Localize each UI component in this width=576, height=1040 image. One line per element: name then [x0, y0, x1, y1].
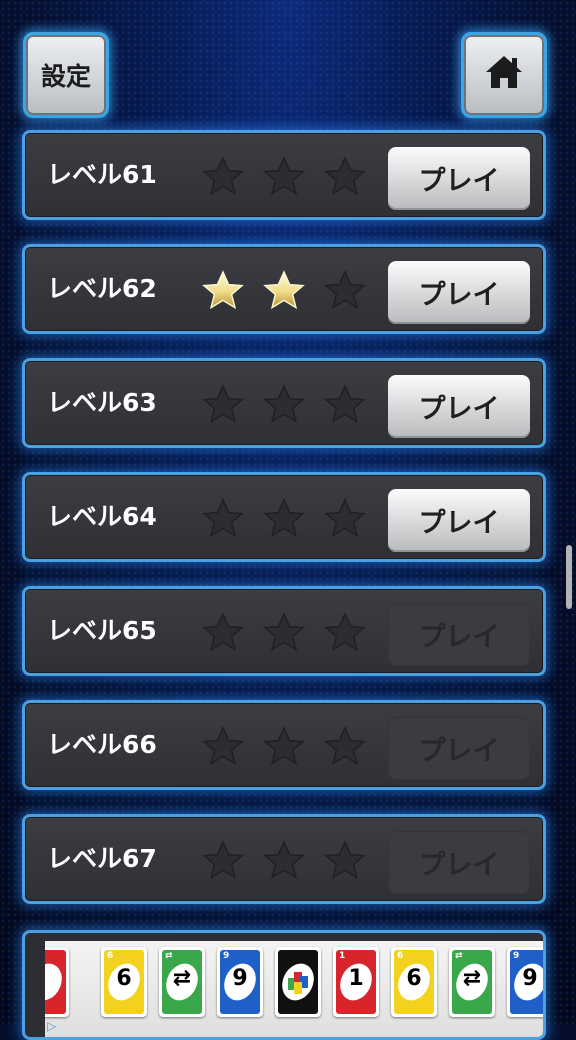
play-button-label: プレイ	[418, 280, 500, 311]
scrollbar[interactable]	[566, 545, 572, 609]
ad-card-strip[interactable]: ▷ 6 6 ⇄ ⇄ 9 9 1 1 6 6 ⇄ ⇄ 9 9	[45, 941, 543, 1037]
star-filled-icon	[262, 269, 306, 313]
play-button[interactable]: プレイ	[388, 147, 530, 210]
star-empty-icon	[323, 497, 367, 541]
play-button-label: プレイ	[418, 166, 500, 197]
play-button[interactable]: プレイ	[388, 375, 530, 438]
card-symbol: 6	[406, 966, 422, 991]
card-corner-symbol: ⇄	[165, 951, 173, 961]
star-empty-icon	[201, 155, 245, 199]
card-symbol: 1	[348, 966, 364, 991]
level-row: レベル62 プレイ	[22, 244, 546, 334]
settings-button[interactable]: 設定	[23, 32, 109, 118]
level-row: レベル61 プレイ	[22, 130, 546, 220]
level-row: レベル66 プレイ	[22, 700, 546, 790]
level-row: レベル67 プレイ	[22, 814, 546, 904]
play-button: プレイ	[388, 603, 530, 666]
star-empty-icon	[323, 725, 367, 769]
star-empty-icon	[262, 839, 306, 883]
level-row: レベル64 プレイ	[22, 472, 546, 562]
home-icon	[484, 54, 524, 96]
wild-quad-icon	[288, 972, 308, 994]
play-button-label: プレイ	[418, 850, 500, 881]
uno-card	[45, 947, 69, 1017]
star-empty-icon	[262, 725, 306, 769]
card-symbol: 9	[522, 966, 538, 991]
star-empty-icon	[323, 269, 367, 313]
level-row: レベル63 プレイ	[22, 358, 546, 448]
star-empty-icon	[262, 383, 306, 427]
star-empty-icon	[323, 155, 367, 199]
card-corner-symbol: 9	[223, 951, 230, 961]
card-symbol: ⇄	[462, 966, 482, 991]
uno-card: 99	[217, 947, 263, 1017]
star-empty-icon	[201, 497, 245, 541]
uno-card: ⇄ ⇄	[159, 947, 205, 1017]
level-label: レベル64	[47, 502, 157, 531]
star-empty-icon	[201, 611, 245, 655]
star-empty-icon	[262, 497, 306, 541]
star-filled-icon	[201, 269, 245, 313]
level-label: レベル62	[47, 274, 157, 303]
star-empty-icon	[201, 839, 245, 883]
uno-card: 66	[391, 947, 437, 1017]
play-button-label: プレイ	[418, 622, 500, 653]
play-button-label: プレイ	[418, 508, 500, 539]
play-button: プレイ	[388, 717, 530, 780]
level-label: レベル66	[47, 730, 157, 759]
play-button[interactable]: プレイ	[388, 489, 530, 552]
level-label: レベル63	[47, 388, 157, 417]
level-label: レベル67	[47, 844, 157, 873]
uno-card: ⇄ ⇄	[449, 947, 495, 1017]
level-label: レベル61	[47, 160, 157, 189]
play-button-label: プレイ	[418, 394, 500, 425]
home-button[interactable]	[461, 32, 547, 118]
card-symbol: 9	[232, 966, 248, 991]
level-label: レベル65	[47, 616, 157, 645]
play-button-label: プレイ	[418, 736, 500, 767]
card-corner-symbol: 1	[339, 951, 346, 961]
ad-info-icon[interactable]: ▷	[47, 1019, 61, 1033]
play-button[interactable]: プレイ	[388, 261, 530, 324]
star-empty-icon	[323, 611, 367, 655]
star-empty-icon	[262, 155, 306, 199]
settings-label: 設定	[40, 62, 91, 91]
card-symbol: 6	[116, 966, 132, 991]
card-corner-symbol: 6	[107, 951, 114, 961]
star-empty-icon	[262, 611, 306, 655]
uno-card: 99	[507, 947, 543, 1017]
uno-card: 11	[333, 947, 379, 1017]
play-button: プレイ	[388, 831, 530, 894]
uno-card	[275, 947, 321, 1017]
star-empty-icon	[323, 383, 367, 427]
star-empty-icon	[201, 383, 245, 427]
card-symbol: ⇄	[172, 966, 192, 991]
card-corner-symbol: 9	[513, 951, 520, 961]
card-oval	[45, 958, 66, 1006]
level-row: レベル65 プレイ	[22, 586, 546, 676]
star-empty-icon	[323, 839, 367, 883]
card-corner-symbol: ⇄	[455, 951, 463, 961]
star-empty-icon	[201, 725, 245, 769]
card-corner-symbol: 6	[397, 951, 404, 961]
uno-card: 66	[101, 947, 147, 1017]
